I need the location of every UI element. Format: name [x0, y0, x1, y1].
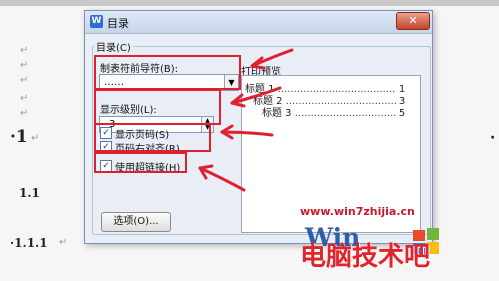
watermark-logo: Win 电脑技术吧	[300, 222, 499, 281]
watermark-url: www.win7zhijia.cn	[300, 205, 415, 218]
watermark-chinese-text: 电脑技术吧	[300, 242, 431, 272]
annotation-arrow	[250, 48, 294, 68]
annotation-arrow	[220, 130, 274, 137]
